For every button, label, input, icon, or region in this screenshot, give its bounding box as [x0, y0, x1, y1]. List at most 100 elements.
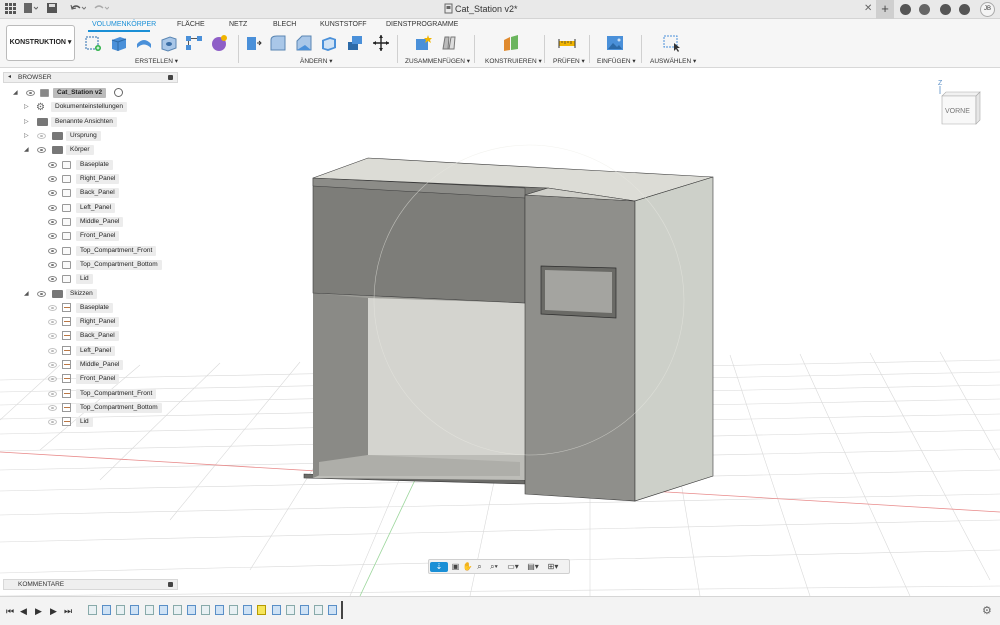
- gear-icon[interactable]: ⚙: [982, 604, 992, 617]
- extrude-icon[interactable]: [110, 34, 128, 52]
- visibility-eye-icon[interactable]: [48, 405, 57, 411]
- visibility-eye-icon[interactable]: [37, 147, 46, 153]
- visibility-eye-icon[interactable]: [48, 391, 57, 397]
- visibility-eye-icon[interactable]: [26, 90, 35, 96]
- timeline-marker[interactable]: [341, 601, 343, 619]
- visibility-eye-icon[interactable]: [37, 133, 46, 139]
- group-label-auswaehlen[interactable]: AUSWÄHLEN ▾: [650, 57, 696, 65]
- tree-item-sketch[interactable]: Back_Panel: [76, 330, 119, 342]
- pin-icon[interactable]: [168, 582, 173, 587]
- hole-icon[interactable]: [160, 34, 178, 52]
- tree-item-sketch[interactable]: Top_Compartment_Bottom: [76, 402, 162, 414]
- extensions-icon[interactable]: [900, 4, 911, 15]
- expand-triangle-icon[interactable]: ◢: [24, 146, 29, 153]
- go-to-start-icon[interactable]: ⏮: [6, 606, 14, 617]
- help-icon[interactable]: [959, 4, 970, 15]
- timeline-feature[interactable]: [314, 605, 323, 615]
- tree-item-dokumenteinstellungen[interactable]: Dokumenteinstellungen: [51, 101, 127, 113]
- notifications-icon[interactable]: [940, 4, 951, 15]
- timeline-feature[interactable]: [243, 605, 252, 615]
- press-pull-icon[interactable]: [244, 34, 262, 52]
- tab-blech[interactable]: BLECH: [273, 21, 296, 28]
- visibility-eye-icon[interactable]: [48, 419, 57, 425]
- timeline-feature[interactable]: [286, 605, 295, 615]
- grid-settings-icon[interactable]: ▤▾: [525, 562, 541, 572]
- timeline-feature[interactable]: [102, 605, 111, 615]
- group-label-einfuegen[interactable]: EINFÜGEN ▾: [597, 57, 636, 65]
- joint-icon[interactable]: [440, 34, 458, 52]
- visibility-eye-icon[interactable]: [48, 276, 57, 282]
- look-at-icon[interactable]: ▣: [450, 562, 461, 572]
- new-tab-icon[interactable]: +: [876, 0, 894, 19]
- tab-dienstprogramme[interactable]: DIENSTPROGRAMME: [386, 21, 458, 28]
- undo-icon[interactable]: [70, 3, 87, 16]
- viewports-icon[interactable]: ⊞▾: [545, 562, 561, 572]
- select-icon[interactable]: [663, 34, 681, 52]
- move-icon[interactable]: [372, 34, 390, 52]
- timeline-feature[interactable]: [272, 605, 281, 615]
- fillet-icon[interactable]: [269, 34, 287, 52]
- tree-item-body[interactable]: Left_Panel: [76, 202, 116, 214]
- revolve-icon[interactable]: [135, 34, 153, 52]
- workspace-switcher[interactable]: KONSTRUKTION ▾: [6, 25, 75, 61]
- timeline-feature[interactable]: [187, 605, 196, 615]
- new-component-icon[interactable]: [414, 34, 432, 52]
- visibility-eye-icon[interactable]: [48, 205, 57, 211]
- tree-item-benannte-ansichten[interactable]: Benannte Ansichten: [51, 116, 117, 128]
- expand-triangle-icon[interactable]: ◢: [24, 290, 29, 297]
- tree-item-ursprung[interactable]: Ursprung: [66, 130, 101, 142]
- visibility-eye-icon[interactable]: [48, 305, 57, 311]
- go-to-end-icon[interactable]: ⏭: [64, 606, 72, 617]
- visibility-eye-icon[interactable]: [48, 262, 57, 268]
- orbit-menu-icon[interactable]: ⇣: [430, 562, 448, 572]
- tree-item-sketch[interactable]: Left_Panel: [76, 345, 116, 357]
- redo-icon[interactable]: [93, 3, 110, 16]
- timeline-feature[interactable]: [215, 605, 224, 615]
- group-label-pruefen[interactable]: PRÜFEN ▾: [553, 57, 585, 65]
- browser-panel-header[interactable]: ◂ BROWSER: [3, 72, 178, 83]
- visibility-eye-icon[interactable]: [48, 376, 57, 382]
- zoom-icon[interactable]: ⌕: [474, 562, 485, 572]
- close-tab-icon[interactable]: ✕: [864, 3, 872, 14]
- tree-item-sketch[interactable]: Baseplate: [76, 302, 113, 314]
- visibility-eye-icon[interactable]: [48, 176, 57, 182]
- expand-triangle-icon[interactable]: ▷: [24, 118, 29, 125]
- tree-item-body[interactable]: Middle_Panel: [76, 216, 124, 228]
- group-label-erstellen[interactable]: ERSTELLEN ▾: [135, 57, 178, 65]
- timeline-feature-selected[interactable]: [257, 605, 266, 615]
- expand-triangle-icon[interactable]: ▷: [24, 132, 29, 139]
- display-settings-icon[interactable]: ▭▾: [505, 562, 521, 572]
- timeline-feature[interactable]: [145, 605, 154, 615]
- tree-item-body[interactable]: Lid: [76, 273, 93, 285]
- visibility-eye-icon[interactable]: [37, 291, 46, 297]
- visibility-eye-icon[interactable]: [48, 219, 57, 225]
- insert-image-icon[interactable]: [606, 34, 624, 52]
- group-label-aendern[interactable]: ÄNDERN ▾: [300, 57, 333, 65]
- group-label-zusammenfuegen[interactable]: ZUSAMMENFÜGEN ▾: [405, 57, 470, 65]
- grid-icon[interactable]: [4, 3, 17, 16]
- job-status-icon[interactable]: [919, 4, 930, 15]
- create-sketch-icon[interactable]: [84, 34, 102, 52]
- measure-icon[interactable]: [558, 34, 576, 52]
- avatar[interactable]: JB: [980, 2, 995, 17]
- 3d-viewport[interactable]: [0, 68, 1000, 596]
- tab-volumenkoerper[interactable]: VOLUMENKÖRPER: [92, 21, 156, 28]
- timeline-feature[interactable]: [88, 605, 97, 615]
- pan-hand-icon[interactable]: ✋: [462, 562, 473, 572]
- visibility-eye-icon[interactable]: [48, 362, 57, 368]
- visibility-eye-icon[interactable]: [48, 190, 57, 196]
- view-cube[interactable]: Z VORNE: [930, 78, 990, 138]
- tree-item-sketch[interactable]: Middle_Panel: [76, 359, 124, 371]
- tree-item-koerper[interactable]: Körper: [66, 144, 94, 156]
- comments-panel-header[interactable]: KOMMENTARE: [3, 579, 178, 590]
- expand-triangle-icon[interactable]: ▷: [24, 103, 29, 110]
- timeline-feature[interactable]: [173, 605, 182, 615]
- visibility-eye-icon[interactable]: [48, 162, 57, 168]
- fit-icon[interactable]: ⌕▾: [486, 562, 502, 572]
- tree-root[interactable]: Cat_Station v2: [53, 87, 107, 99]
- timeline-feature[interactable]: [116, 605, 125, 615]
- pin-icon[interactable]: [168, 75, 173, 80]
- step-back-icon[interactable]: ◀: [20, 606, 27, 617]
- shell-icon[interactable]: [320, 34, 338, 52]
- visibility-eye-icon[interactable]: [48, 248, 57, 254]
